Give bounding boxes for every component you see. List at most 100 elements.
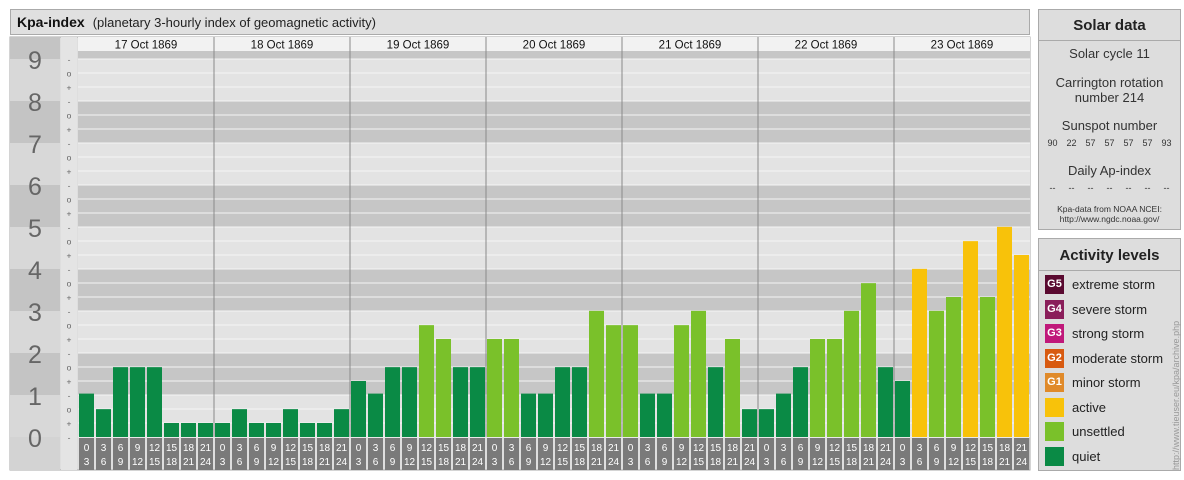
interval-end: 15 <box>421 457 433 468</box>
activity-level-swatch: G1 <box>1045 373 1064 392</box>
interval-end: 9 <box>798 457 804 468</box>
solar-data-panel: Solar data Solar cycle 11 Carrington rot… <box>1038 9 1181 230</box>
subdivision-mark: o <box>67 321 72 331</box>
y-tick-label: 0 <box>28 425 42 453</box>
subdivision-mark: + <box>67 377 72 387</box>
interval-end: 18 <box>302 457 314 468</box>
interval-start: 9 <box>271 443 277 454</box>
y-tick-label: 2 <box>28 341 42 369</box>
interval-end: 6 <box>781 457 787 468</box>
interval-end: 15 <box>829 457 841 468</box>
kp-bar <box>1014 255 1029 437</box>
sunspot-title: Sunspot number <box>1061 118 1158 133</box>
ap-value: -- <box>1106 183 1113 193</box>
subdivision-mark: - <box>68 265 71 275</box>
subdivision-mark: o <box>67 237 72 247</box>
kp-bar <box>555 367 570 437</box>
day-label: 22 Oct 1869 <box>795 40 858 52</box>
interval-start: 15 <box>302 443 314 454</box>
interval-end: 12 <box>540 457 552 468</box>
interval-start: 21 <box>336 443 348 454</box>
ap-values: -- -- -- -- -- -- -- <box>1039 183 1180 193</box>
activity-level-item: G1 minor storm <box>1045 373 1141 392</box>
activity-level-item: G5 extreme storm <box>1045 275 1155 294</box>
kp-bar <box>249 423 264 437</box>
subdivision-mark: + <box>67 293 72 303</box>
kp-bar <box>130 367 145 437</box>
level-band <box>78 311 1030 353</box>
activity-level-item: G2 moderate storm <box>1045 348 1163 368</box>
credit-line2: http://www.ngdc.noaa.gov/ <box>1059 214 1160 224</box>
interval-start: 12 <box>421 443 433 454</box>
y-tick-label: 7 <box>28 131 42 159</box>
level-band <box>78 269 1030 311</box>
y-tick-label: 6 <box>28 173 42 201</box>
interval-end: 21 <box>999 457 1011 468</box>
interval-start: 18 <box>999 443 1011 454</box>
interval-end: 24 <box>336 457 348 468</box>
interval-start: 15 <box>438 443 450 454</box>
kp-bar <box>691 310 706 437</box>
interval-start: 21 <box>608 443 620 454</box>
interval-start: 12 <box>285 443 297 454</box>
interval-end: 24 <box>1016 457 1028 468</box>
interval-end: 9 <box>934 457 940 468</box>
interval-start: 9 <box>543 443 549 454</box>
kp-bar <box>181 423 196 437</box>
interval-start: 9 <box>815 443 821 454</box>
activity-levels-title: Activity levels <box>1059 247 1160 264</box>
interval-end: 18 <box>166 457 178 468</box>
subdivision-mark: + <box>67 251 72 261</box>
kp-bar <box>759 409 774 437</box>
activity-levels-panel: Activity levels G5 extreme storm G4 severe … <box>1038 238 1181 471</box>
interval-start: 18 <box>455 443 467 454</box>
interval-start: 6 <box>798 443 804 454</box>
kp-bar <box>351 381 366 437</box>
interval-end: 24 <box>472 457 484 468</box>
interval-end: 15 <box>557 457 569 468</box>
y-tick-label: 9 <box>28 47 42 75</box>
interval-end: 9 <box>662 457 668 468</box>
interval-end: 18 <box>438 457 450 468</box>
kp-bar <box>742 409 757 437</box>
activity-level-swatch <box>1045 397 1064 417</box>
kp-bar <box>79 393 94 437</box>
subdivision-mark: + <box>67 167 72 177</box>
sunspot-values: 90 22 57 57 57 57 93 <box>1039 138 1180 148</box>
interval-end: 24 <box>744 457 756 468</box>
interval-start: 3 <box>373 443 379 454</box>
kp-bar <box>113 367 128 437</box>
kp-bar <box>963 241 978 437</box>
kp-bar <box>368 393 383 437</box>
kp-bar <box>538 393 553 437</box>
interval-start: 21 <box>1016 443 1028 454</box>
subdivision-mark: o <box>67 279 72 289</box>
kp-bar <box>810 339 825 437</box>
interval-start: 12 <box>829 443 841 454</box>
day-label: 18 Oct 1869 <box>251 40 314 52</box>
kp-bar <box>640 393 655 437</box>
sunspot-value: 57 <box>1142 138 1153 148</box>
kp-bar <box>487 339 502 437</box>
kp-bar <box>674 325 689 437</box>
kp-bar <box>419 325 434 437</box>
interval-start: 15 <box>846 443 858 454</box>
kp-bar <box>96 409 111 437</box>
interval-end: 6 <box>237 457 243 468</box>
kp-bar <box>385 367 400 437</box>
activity-level-swatch: G4 <box>1045 299 1064 319</box>
interval-start: 21 <box>472 443 484 454</box>
interval-end: 9 <box>118 457 124 468</box>
interval-end: 6 <box>645 457 651 468</box>
kp-bar <box>470 367 485 437</box>
day-label: 17 Oct 1869 <box>115 40 178 52</box>
interval-start: 6 <box>390 443 396 454</box>
kp-bar <box>402 367 417 437</box>
subdivision-mark: o <box>67 363 72 373</box>
activity-level-swatch: G5 <box>1045 275 1064 294</box>
subdivision-mark: o <box>67 153 72 163</box>
interval-end: 9 <box>526 457 532 468</box>
interval-end: 6 <box>373 457 379 468</box>
interval-end: 3 <box>900 457 906 468</box>
kp-bar <box>283 409 298 437</box>
